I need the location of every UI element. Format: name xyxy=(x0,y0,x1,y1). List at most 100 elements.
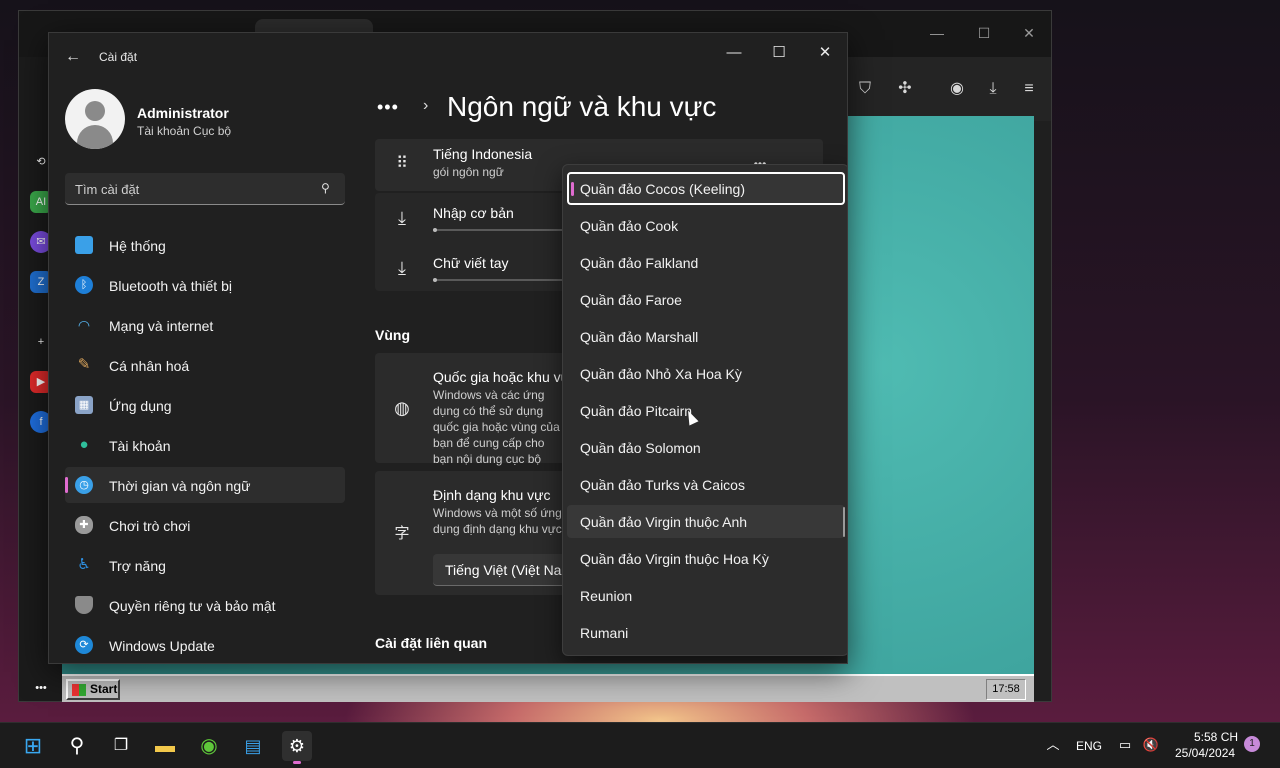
progress-fill xyxy=(433,278,437,282)
user-name: Administrator xyxy=(137,105,229,121)
minimize-icon[interactable]: — xyxy=(927,25,947,41)
shield-icon[interactable]: ⛉ xyxy=(855,79,875,99)
feature-progress-bar xyxy=(433,278,569,282)
chevron-right-icon: › xyxy=(423,97,429,114)
dropdown-option[interactable]: Quần đảo Cocos (Keeling) xyxy=(567,172,845,205)
brush-icon: ✎ xyxy=(77,356,91,373)
shield-icon xyxy=(75,596,93,614)
dropdown-option[interactable]: Rumani xyxy=(567,616,845,649)
sidebar-item-system[interactable]: Hệ thống xyxy=(65,227,345,263)
dropdown-option[interactable]: Quần đảo Pitcairn xyxy=(567,394,845,427)
gamepad-icon: ✚ xyxy=(75,516,93,534)
dropdown-option[interactable]: Quần đảo Virgin thuộc Hoa Kỳ xyxy=(567,542,845,575)
maximize-button[interactable]: ☐ xyxy=(764,39,794,67)
country-description: Windows và các ứng dụng có thể sử dụng q… xyxy=(433,388,560,466)
sidebar-item-bluetooth[interactable]: ᛒ Bluetooth và thiết bị xyxy=(65,267,345,303)
sidebar-item-time-language[interactable]: ◷ Thời gian và ngôn ngữ xyxy=(65,467,345,503)
dropdown-option[interactable]: Reunion xyxy=(567,579,845,612)
dropdown-option[interactable]: Quần đảo Falkland xyxy=(567,246,845,279)
search-icon[interactable]: ⚲ xyxy=(62,731,92,761)
sidebar-item-label: Chơi trò chơi xyxy=(109,518,191,534)
sidebar-item-label: Tài khoản xyxy=(109,438,171,454)
language-format-icon: 字 xyxy=(394,525,410,542)
page-title: Ngôn ngữ và khu vực xyxy=(447,91,717,122)
search-icon[interactable]: ⚲ xyxy=(321,181,335,195)
regional-format-select[interactable]: Tiếng Việt (Việt Nam) xyxy=(433,554,583,586)
start-button[interactable]: ⊞ xyxy=(18,731,48,761)
sidebar-item-label: Mạng và internet xyxy=(109,318,214,334)
avatar-head xyxy=(85,101,105,121)
maximize-icon[interactable]: ☐ xyxy=(974,25,994,41)
breadcrumb-more-button[interactable]: ••• xyxy=(377,97,399,118)
sidebar-item-label: Windows Update xyxy=(109,638,215,654)
store-icon[interactable]: ▤ xyxy=(238,731,268,761)
clock-date[interactable]: 25/04/2024 xyxy=(1175,746,1235,760)
region-section-heading: Vùng xyxy=(375,327,410,343)
search-box[interactable]: ⚲ xyxy=(65,173,345,205)
sidebar-item-label: Ứng dụng xyxy=(109,398,172,414)
close-button[interactable]: ✕ xyxy=(810,39,840,67)
sidebar-item-apps[interactable]: ▦ Ứng dụng xyxy=(65,387,345,423)
dropdown-option[interactable]: Quần đảo Turks và Caicos xyxy=(567,468,845,501)
sidebar-item-personalization[interactable]: ✎ Cá nhân hoá xyxy=(65,347,345,383)
sidebar-item-label: Hệ thống xyxy=(109,238,166,254)
drag-handle-icon[interactable]: ⠿ xyxy=(391,153,413,175)
settings-window: ← Cài đặt — ☐ ✕ Administrator Tài khoản … xyxy=(48,32,848,664)
download-icon[interactable]: ⤓ xyxy=(983,79,1003,99)
clock-time[interactable]: 5:58 CH xyxy=(1194,730,1238,744)
sidebar-item-gaming[interactable]: ✚ Chơi trò chơi xyxy=(65,507,345,543)
task-view-icon[interactable]: ❐ xyxy=(106,731,136,761)
network-icon[interactable]: ▭ xyxy=(1116,736,1134,754)
windows-flag-icon xyxy=(72,684,86,696)
back-button[interactable]: ← xyxy=(63,47,83,67)
bluetooth-icon: ᛒ xyxy=(75,276,93,294)
feature-label: Chữ viết tay xyxy=(433,255,509,271)
input-language[interactable]: ENG xyxy=(1076,739,1102,753)
win98-start-button[interactable]: Start xyxy=(66,679,120,700)
sidebar-item-privacy[interactable]: Quyền riêng tư và bảo mật xyxy=(65,587,345,623)
menu-icon[interactable]: ≡ xyxy=(1019,79,1039,99)
dropdown-option[interactable]: Quần đảo Faroe xyxy=(567,283,845,316)
monitor-icon xyxy=(75,236,93,254)
sidebar-item-label: Thời gian và ngôn ngữ xyxy=(109,478,251,494)
country-dropdown-list: Quần đảo Cocos (Keeling) Quần đảo Cook Q… xyxy=(562,164,847,656)
accessibility-icon: ♿ xyxy=(77,556,91,573)
sidebar-item-label: Trợ năng xyxy=(109,558,166,574)
account-type: Tài khoản Cục bộ xyxy=(137,124,232,138)
dropdown-option[interactable]: Quần đảo Virgin thuộc Anh xyxy=(567,505,845,538)
sidebar-item-accounts[interactable]: ● Tài khoản xyxy=(65,427,345,463)
notification-badge[interactable]: 1 xyxy=(1244,736,1260,752)
close-icon[interactable]: ✕ xyxy=(1019,25,1039,41)
more-icon[interactable]: ••• xyxy=(30,677,52,699)
dropdown-scrollbar[interactable] xyxy=(843,507,845,537)
progress-fill xyxy=(433,228,437,232)
dropdown-option[interactable]: Quần đảo Cook xyxy=(567,209,845,242)
file-explorer-icon[interactable]: ▬ xyxy=(150,731,180,761)
feature-label: Nhập cơ bản xyxy=(433,205,514,221)
minimize-button[interactable]: — xyxy=(719,39,749,67)
taskbar: ⊞ ⚲ ❐ ▬ ◉ ▤ ⚙ ︿ ENG ▭ 🔇 5:58 CH 25/04/20… xyxy=(0,722,1280,768)
window-title: Cài đặt xyxy=(99,50,138,64)
dropdown-option[interactable]: Quần đảo Solomon xyxy=(567,431,845,464)
browser-icon[interactable]: ◉ xyxy=(194,731,224,761)
sidebar-item-label: Bluetooth và thiết bị xyxy=(109,278,232,294)
volume-muted-icon[interactable]: 🔇 xyxy=(1142,736,1160,754)
search-input[interactable] xyxy=(75,179,305,199)
regional-format-description: Windows và một số ứng dụng định dạng khu… xyxy=(433,506,562,536)
avatar[interactable] xyxy=(65,89,125,149)
chevron-up-icon[interactable]: ︿ xyxy=(1044,736,1062,754)
sidebar-item-accessibility[interactable]: ♿ Trợ năng xyxy=(65,547,345,583)
sidebar-item-windows-update[interactable]: ⟳ Windows Update xyxy=(65,627,345,663)
dropdown-option[interactable]: Quần đảo Marshall xyxy=(567,320,845,353)
dropdown-option[interactable]: Quần đảo Nhỏ Xa Hoa Kỳ xyxy=(567,357,845,390)
extensions-icon[interactable]: ✣ xyxy=(895,79,915,99)
apps-icon: ▦ xyxy=(75,396,93,414)
settings-icon[interactable]: ⚙ xyxy=(282,731,312,764)
profile-icon[interactable]: ◉ xyxy=(947,79,967,99)
sidebar-item-network[interactable]: ◠ Mạng và internet xyxy=(65,307,345,343)
language-subtitle: gói ngôn ngữ xyxy=(433,165,504,179)
related-settings-heading: Cài đặt liên quan xyxy=(375,635,488,651)
feature-progress-bar xyxy=(433,228,569,232)
sidebar-item-label: Quyền riêng tư và bảo mật xyxy=(109,598,276,614)
update-icon: ⟳ xyxy=(75,636,93,654)
